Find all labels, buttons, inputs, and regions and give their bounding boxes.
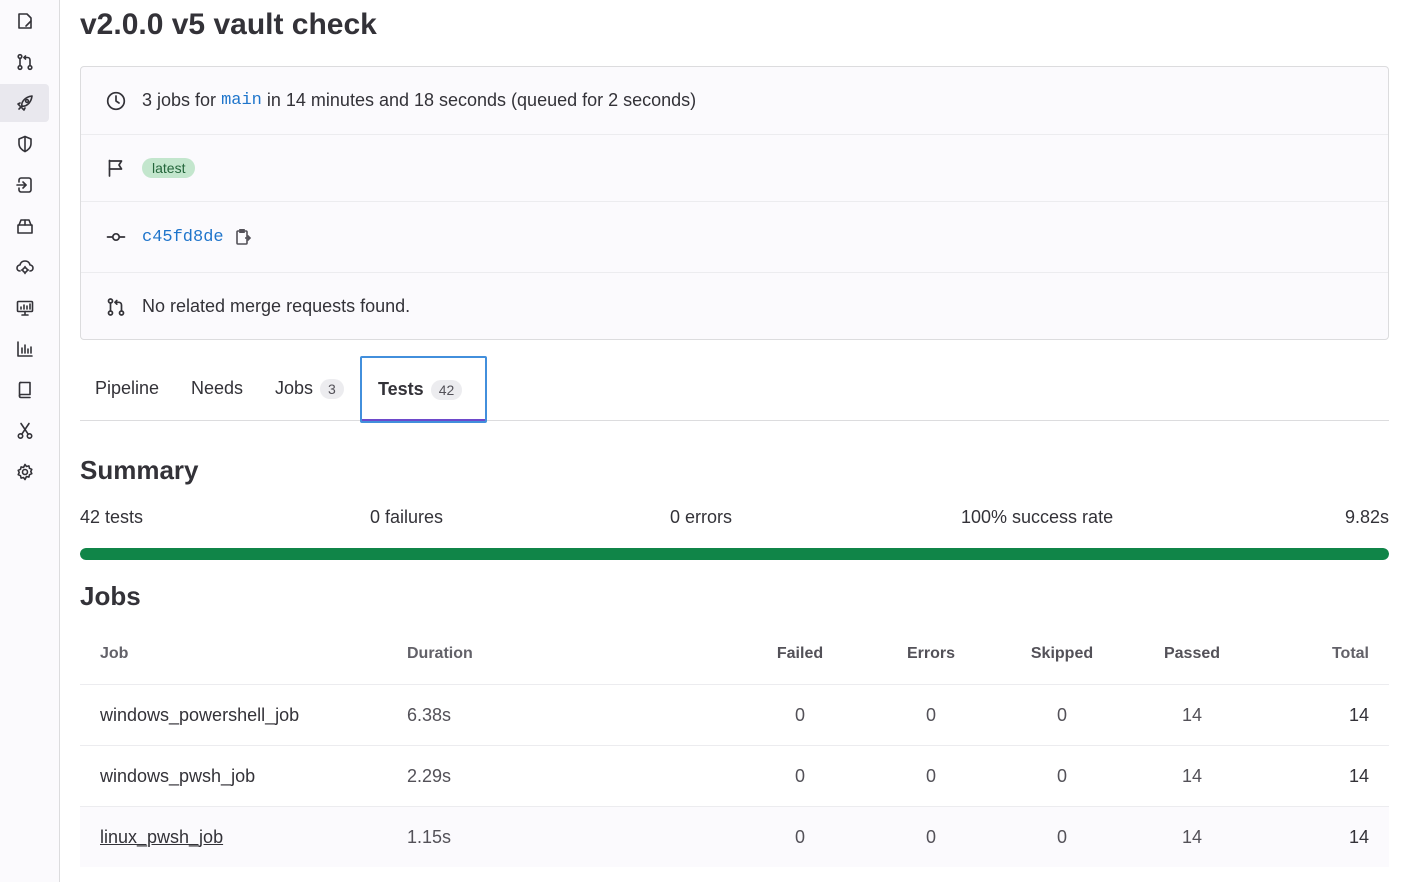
book-icon xyxy=(18,381,31,399)
sidebar-item-wiki[interactable] xyxy=(0,371,49,409)
project-sidebar xyxy=(0,0,60,882)
jobs-heading: Jobs xyxy=(80,581,141,611)
job-errors: 0 xyxy=(925,765,936,786)
column-header-duration: Duration xyxy=(407,645,473,662)
job-passed: 14 xyxy=(1181,826,1203,847)
job-failed: 0 xyxy=(794,765,805,786)
jobs-table: Job Duration Failed Errors Skipped Passe… xyxy=(80,624,1389,867)
job-failed: 0 xyxy=(794,826,805,847)
tab-label: Jobs xyxy=(275,378,314,398)
summary-duration: 9.82s xyxy=(1344,507,1389,527)
job-name-link[interactable]: linux_pwsh_job xyxy=(100,807,223,867)
issues-icon xyxy=(17,13,32,29)
jobs-count-text: 3 jobs for xyxy=(142,90,217,110)
latest-badge: latest xyxy=(142,158,196,178)
job-total: 14 xyxy=(1348,704,1369,725)
summary-failures: 0 failures xyxy=(370,507,444,527)
snippet-icon xyxy=(16,422,33,440)
column-header-errors: Errors xyxy=(906,645,956,662)
pipeline-badges-row: latest xyxy=(81,135,1388,201)
sidebar-item-analyze[interactable] xyxy=(0,330,49,368)
sidebar-item-build[interactable] xyxy=(0,84,49,122)
clock-icon xyxy=(105,90,127,112)
sidebar-item-snippets[interactable] xyxy=(0,412,49,450)
cloud-gear-icon xyxy=(15,260,34,275)
sidebar-item-monitor[interactable] xyxy=(0,289,49,327)
analytics-icon xyxy=(16,341,33,357)
deployments-icon xyxy=(15,177,32,193)
summary-errors: 0 errors xyxy=(670,507,733,527)
pipeline-tabs: Pipeline Needs Jobs 3 Tests 42 xyxy=(80,356,1389,423)
page-title: v2.0.0 v5 vault check xyxy=(80,8,377,41)
rocket-icon xyxy=(16,95,33,111)
column-header-total: Total xyxy=(1331,645,1369,662)
tab-label: Needs xyxy=(191,378,244,398)
job-total: 14 xyxy=(1348,826,1369,847)
copy-commit-sha-button[interactable] xyxy=(234,228,252,246)
table-row: windows_powershell_job 6.38s 0 0 0 14 14 xyxy=(80,684,1389,745)
branch-link[interactable]: main xyxy=(221,91,262,110)
job-passed: 14 xyxy=(1181,704,1203,725)
tab-label: Tests xyxy=(378,379,424,399)
tests-count-badge: 42 xyxy=(430,379,463,400)
settings-icon xyxy=(16,463,33,481)
sidebar-item-settings[interactable] xyxy=(0,453,49,491)
job-skipped: 0 xyxy=(1056,765,1067,786)
sidebar-item-merge-requests[interactable] xyxy=(0,43,49,81)
column-header-passed: Passed xyxy=(1163,645,1221,662)
merge-request-icon xyxy=(105,296,127,318)
shield-icon xyxy=(17,135,32,153)
job-duration: 6.38s xyxy=(407,704,452,725)
column-header-failed: Failed xyxy=(776,645,824,662)
merge-request-icon xyxy=(16,53,33,71)
sidebar-item-secure[interactable] xyxy=(0,125,49,163)
job-passed: 14 xyxy=(1181,765,1203,786)
job-name: windows_powershell_job xyxy=(100,704,300,725)
flag-icon xyxy=(105,157,127,179)
column-header-skipped: Skipped xyxy=(1030,645,1094,662)
job-errors: 0 xyxy=(925,826,936,847)
job-failed: 0 xyxy=(794,704,805,725)
column-header-job: Job xyxy=(100,645,129,662)
jobs-count-badge: 3 xyxy=(320,378,344,399)
job-errors: 0 xyxy=(925,704,936,725)
commit-icon xyxy=(105,226,127,248)
job-duration: 2.29s xyxy=(407,765,452,786)
job-skipped: 0 xyxy=(1056,826,1067,847)
package-icon xyxy=(16,219,33,234)
job-duration: 1.15s xyxy=(407,826,452,847)
duration-text: in 14 minutes and 18 seconds (queued for… xyxy=(266,90,697,110)
commit-sha-link[interactable]: c45fd8de xyxy=(142,228,224,247)
sidebar-item-deploy[interactable] xyxy=(0,166,49,204)
tab-pipeline[interactable]: Pipeline xyxy=(95,356,159,421)
clipboard-icon xyxy=(235,229,251,245)
job-skipped: 0 xyxy=(1056,704,1067,725)
success-progress-fill xyxy=(80,548,1389,560)
summary-heading: Summary xyxy=(80,455,199,485)
pipeline-info-box: 3 jobs for main in 14 minutes and 18 sec… xyxy=(80,66,1389,340)
success-progress-bar xyxy=(80,548,1389,560)
sidebar-item-operate[interactable] xyxy=(0,248,49,286)
pipeline-duration-row: 3 jobs for main in 14 minutes and 18 sec… xyxy=(81,67,1388,134)
table-row[interactable]: linux_pwsh_job 1.15s 0 0 0 14 14 xyxy=(80,806,1389,867)
tab-jobs[interactable]: Jobs 3 xyxy=(275,356,344,421)
job-name: windows_pwsh_job xyxy=(100,765,256,786)
tab-tests[interactable]: Tests 42 xyxy=(360,356,487,423)
pipeline-commit-row: c45fd8de xyxy=(81,202,1388,272)
monitor-icon xyxy=(16,300,33,316)
sidebar-item-issues[interactable] xyxy=(0,2,49,40)
tab-needs[interactable]: Needs xyxy=(191,356,243,421)
summary-tests: 42 tests xyxy=(80,507,144,527)
job-total: 14 xyxy=(1348,765,1369,786)
table-row: windows_pwsh_job 2.29s 0 0 0 14 14 xyxy=(80,745,1389,806)
merge-requests-row: No related merge requests found. xyxy=(81,273,1388,340)
tab-label: Pipeline xyxy=(95,378,160,398)
merge-requests-text: No related merge requests found. xyxy=(142,296,411,316)
table-header: Job Duration Failed Errors Skipped Passe… xyxy=(80,624,1389,684)
sidebar-item-deploy-packages[interactable] xyxy=(0,207,49,245)
summary-success-rate: 100% success rate xyxy=(961,507,1114,527)
